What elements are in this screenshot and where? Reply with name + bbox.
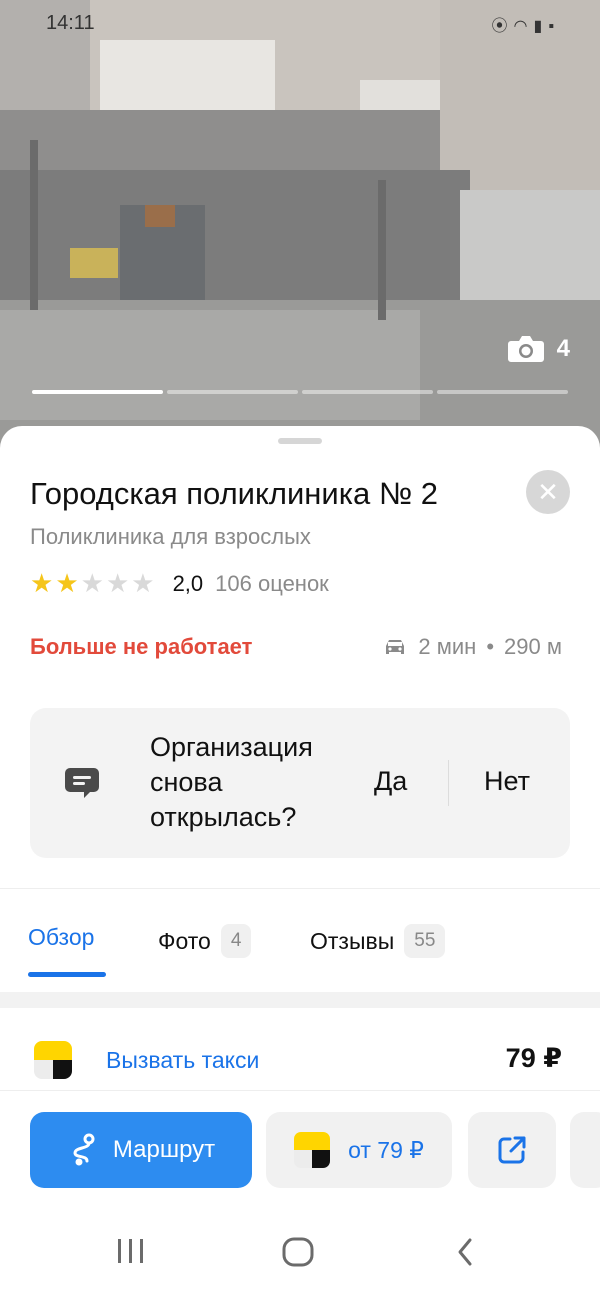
place-card-sheet: Городская поликлиника № 2 ✕ Поликлиника …: [0, 426, 600, 1299]
work-status: Больше не работает: [30, 634, 253, 659]
sheet-grab-handle[interactable]: [278, 438, 322, 444]
more-actions-button[interactable]: [570, 1112, 600, 1188]
wifi-icon: ◠: [513, 18, 534, 35]
dot-separator: •: [486, 634, 495, 659]
close-button[interactable]: ✕: [526, 470, 570, 514]
reopened-question: Организация снова открылась?: [150, 732, 313, 832]
route-button-label: Маршрут: [112, 1136, 216, 1163]
place-title: Городская поликлиника № 2: [30, 476, 438, 511]
taxi-button-label: от 79 ₽: [348, 1136, 424, 1163]
back-icon[interactable]: [452, 1236, 478, 1268]
close-icon: ✕: [537, 477, 559, 507]
share-button[interactable]: [468, 1112, 556, 1188]
yes-button[interactable]: Да: [374, 766, 407, 797]
home-icon[interactable]: [280, 1236, 316, 1268]
star-icon: ★: [131, 568, 157, 598]
tab-reviews[interactable]: Отзывы 55: [310, 924, 446, 958]
progress-segment: [32, 390, 163, 394]
recent-apps-icon[interactable]: [114, 1236, 148, 1266]
rating-stars: ★★★★★: [30, 568, 157, 599]
star-icon: ★: [30, 568, 56, 598]
tab-photos[interactable]: Фото 4: [158, 924, 252, 958]
taxi-row[interactable]: Вызвать такси 79 ₽: [0, 1031, 600, 1091]
signal-icon: ▮: [533, 18, 549, 35]
rating[interactable]: ★★★★★ 2,0 106 оценок: [30, 568, 329, 599]
star-icon: ★: [105, 568, 132, 598]
car-icon: [386, 640, 405, 654]
system-nav-bar: [0, 1212, 600, 1299]
camera-icon: [507, 336, 544, 362]
tab-label: Обзор: [28, 924, 95, 950]
progress-segment: [437, 390, 568, 394]
location-icon: ⦿: [491, 18, 514, 35]
section-divider: [0, 888, 600, 889]
travel-time: 2 мин: [418, 634, 477, 659]
action-bar: Маршрут от 79 ₽: [0, 1112, 600, 1188]
rating-value: 2,0: [172, 570, 204, 596]
active-tab-indicator: [28, 972, 106, 977]
tabs: Обзор Фото 4 Отзывы 55: [0, 924, 600, 980]
tab-badge: 55: [404, 924, 446, 958]
reopened-question-card: Организация снова открылась? Да Нет: [30, 708, 570, 858]
taxi-logo-icon: [294, 1132, 331, 1168]
taxi-logo-icon: [34, 1041, 72, 1079]
travel-info[interactable]: 2 мин • 290 м: [382, 634, 562, 660]
taxi-button[interactable]: от 79 ₽: [266, 1112, 452, 1188]
section-separator: [0, 992, 600, 1008]
no-button[interactable]: Нет: [484, 766, 530, 797]
photo-count-value: 4: [556, 335, 570, 362]
card-divider: [448, 760, 449, 806]
tab-overview[interactable]: Обзор: [28, 924, 94, 951]
tab-badge: 4: [220, 924, 252, 958]
status-icons: ⦿◠▮▪: [492, 12, 560, 36]
section-divider: [0, 1090, 600, 1091]
route-icon: [73, 1133, 95, 1166]
rating-count: 106 оценок: [215, 570, 329, 596]
status-bar: 14:11 ⦿◠▮▪: [0, 8, 600, 40]
battery-icon: ▪: [548, 18, 560, 35]
photo-count[interactable]: 4: [507, 334, 570, 364]
share-icon: [498, 1136, 526, 1164]
progress-segment: [167, 390, 298, 394]
status-time: 14:11: [46, 12, 95, 34]
call-taxi-link[interactable]: Вызвать такси: [106, 1047, 259, 1074]
gallery-progress: [32, 390, 568, 394]
tab-label: Отзывы: [310, 927, 395, 954]
route-button[interactable]: Маршрут: [30, 1112, 252, 1188]
star-icon: ★: [80, 568, 106, 598]
tab-label: Фото: [158, 927, 211, 954]
message-icon: [65, 768, 99, 798]
place-photo[interactable]: 14:11 ⦿◠▮▪ 4: [0, 0, 600, 450]
star-icon: ★: [55, 568, 81, 598]
taxi-price: 79 ₽: [505, 1043, 562, 1073]
progress-segment: [302, 390, 433, 394]
building-photo: [0, 0, 600, 450]
travel-distance: 290 м: [504, 634, 562, 659]
place-category: Поликлиника для взрослых: [30, 524, 311, 549]
